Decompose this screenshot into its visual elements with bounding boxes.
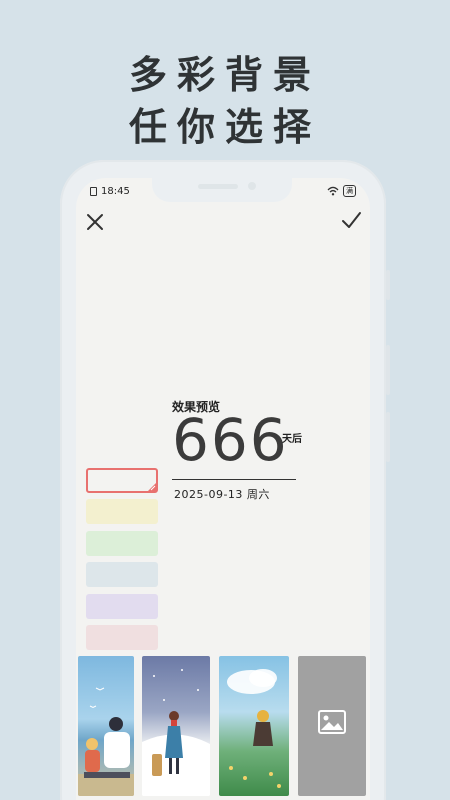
preview-divider — [172, 479, 296, 480]
background-thumb-couple-seaside[interactable] — [78, 656, 134, 796]
add-background-from-gallery[interactable] — [298, 656, 366, 796]
headline-line-2: 任你选择 — [128, 105, 321, 149]
phone-notch — [152, 178, 292, 202]
background-thumb-traveler-snow[interactable] — [142, 656, 210, 796]
countdown-number: 666 — [172, 406, 289, 474]
countdown-unit: 天后 — [282, 434, 302, 445]
status-time: 18:45 — [90, 186, 130, 197]
close-icon[interactable] — [84, 211, 106, 233]
front-camera — [248, 182, 256, 190]
check-icon[interactable] — [340, 209, 362, 231]
swatch-white[interactable] — [86, 468, 158, 493]
wifi-icon — [327, 186, 339, 196]
swatch-purple[interactable] — [86, 594, 158, 619]
swatch-pink[interactable] — [86, 625, 158, 650]
headline-line-1: 多彩背景 — [128, 53, 321, 97]
swatch-yellow[interactable] — [86, 499, 158, 524]
target-date: 2025-09-13 周六 — [174, 488, 270, 501]
status-time-text: 18:45 — [101, 186, 130, 197]
app-screen: 18:45 满 效果预览 666 天后 2025-09-13 周六 — [76, 178, 370, 800]
gallery-icon — [318, 710, 346, 734]
pen-icon — [147, 482, 157, 492]
phone-frame: 18:45 满 效果预览 666 天后 2025-09-13 周六 — [60, 160, 390, 800]
phone-volume-down — [386, 412, 390, 462]
speaker — [198, 184, 238, 189]
battery-icon: 满 — [343, 185, 356, 197]
sim-icon — [90, 187, 97, 196]
girl-field-illustration — [227, 669, 281, 788]
phone-side-button — [386, 270, 390, 300]
phone-volume-up — [386, 345, 390, 395]
traveler-snow-illustration — [142, 669, 210, 796]
background-thumb-girl-field[interactable] — [219, 656, 289, 796]
status-indicators: 满 — [327, 185, 356, 197]
couple-seaside-illustration — [78, 687, 134, 796]
swatch-green[interactable] — [86, 531, 158, 556]
swatch-blue[interactable] — [86, 562, 158, 587]
